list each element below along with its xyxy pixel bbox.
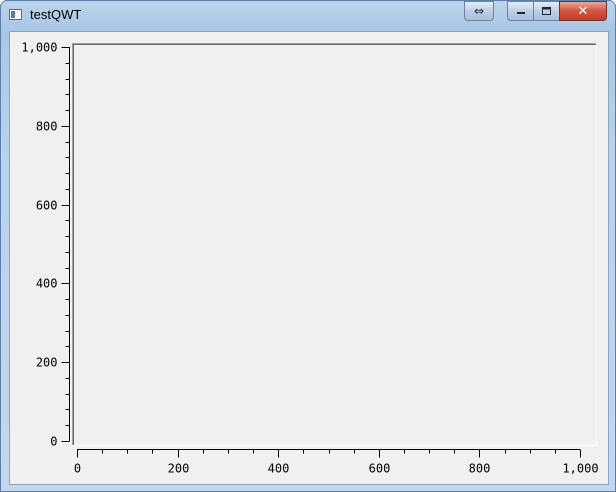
- y-tick-label: 1,000: [21, 41, 57, 55]
- window-title: testQWT: [30, 7, 82, 22]
- x-tick-label: 200: [168, 462, 190, 476]
- y-tick-label: 800: [36, 120, 58, 134]
- qwt-plot[interactable]: 0 200 400 600 800 1,000 0 200 400 600 800 1,000: [10, 32, 608, 484]
- x-tick-label: 0: [74, 462, 81, 476]
- y-tick-label: 0: [50, 435, 57, 449]
- resize-button[interactable]: ⇔: [464, 1, 494, 21]
- x-tick-label: 800: [469, 462, 491, 476]
- maximize-icon: [542, 7, 551, 15]
- close-icon: ✕: [577, 3, 589, 19]
- minimize-button[interactable]: [507, 1, 534, 21]
- main-window: testQWT ⇔ ✕ 0 200 400 600 800 1,000 0 200 400 60…: [0, 0, 616, 492]
- canvas-background: [72, 43, 597, 446]
- minimize-icon: [516, 12, 525, 14]
- x-tick-label: 1,000: [562, 462, 598, 476]
- plot-canvas[interactable]: [72, 43, 597, 446]
- plot-widget: 0 200 400 600 800 1,000 0 200 400 600 800 1,000: [9, 31, 609, 485]
- maximize-button[interactable]: [533, 1, 560, 21]
- close-button[interactable]: ✕: [559, 1, 607, 21]
- title-bar[interactable]: testQWT ⇔ ✕: [1, 1, 615, 29]
- x-axis: 0 200 400 600 800 1,000: [74, 449, 599, 476]
- x-tick-label: 400: [268, 462, 290, 476]
- y-tick-label: 400: [36, 277, 58, 291]
- app-window-icon: [9, 9, 22, 20]
- y-tick-label: 200: [36, 356, 58, 370]
- y-axis: 0 200 400 600 800 1,000: [21, 41, 70, 449]
- y-tick-label: 600: [36, 199, 58, 213]
- resize-arrows-icon: ⇔: [473, 4, 485, 18]
- x-tick-label: 600: [369, 462, 391, 476]
